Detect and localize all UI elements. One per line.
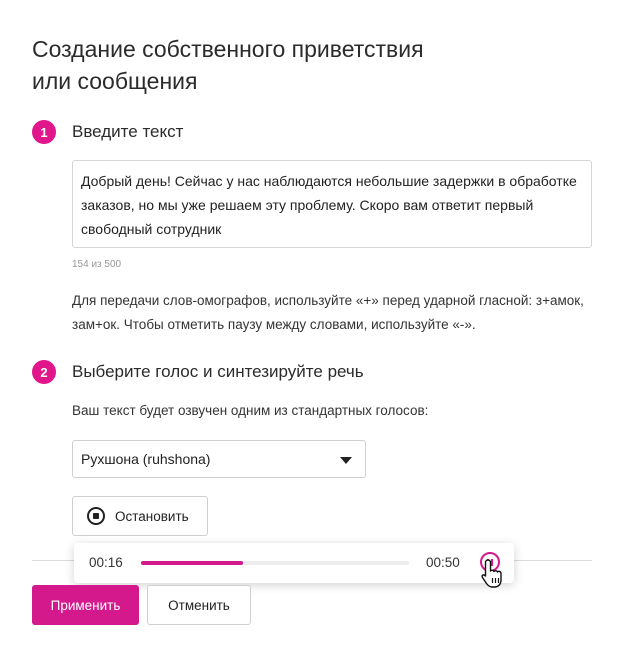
page-title-line2: или сообщения [32, 68, 198, 94]
step-1-badge: 1 [32, 120, 56, 144]
audio-player: 00:16 00:50 [74, 543, 514, 583]
current-time: 00:16 [89, 555, 123, 570]
step-1-title: Введите текст [72, 122, 184, 141]
progress-fill [141, 561, 243, 565]
progress-track[interactable] [141, 561, 409, 565]
step-2-title: Выберите голос и синтезируйте речь [72, 362, 364, 381]
page-title: Создание собственного приветствия или со… [32, 33, 512, 97]
voice-select[interactable]: Рухшона (ruhshona) [72, 440, 366, 478]
message-text-input[interactable]: Добрый день! Сейчас у нас наблюдаются не… [72, 160, 592, 248]
stop-circle-icon [87, 507, 105, 525]
voice-select-value: Рухшона (ruhshona) [81, 451, 211, 467]
hand-pointer-icon [481, 559, 502, 588]
total-time: 00:50 [426, 555, 460, 570]
stop-button[interactable]: Остановить [72, 496, 208, 536]
character-counter: 154 из 500 [72, 259, 122, 270]
step-2-badge: 2 [32, 360, 56, 384]
apply-button[interactable]: Применить [32, 585, 139, 625]
page-title-line1: Создание собственного приветствия [32, 36, 424, 62]
stop-button-label: Остановить [115, 508, 189, 524]
cancel-button[interactable]: Отменить [147, 585, 251, 625]
chevron-down-icon [340, 457, 352, 464]
homograph-hint: Для передачи слов-омографов, используйте… [72, 293, 584, 332]
voice-subtext: Ваш текст будет озвучен одним из стандар… [72, 403, 429, 418]
